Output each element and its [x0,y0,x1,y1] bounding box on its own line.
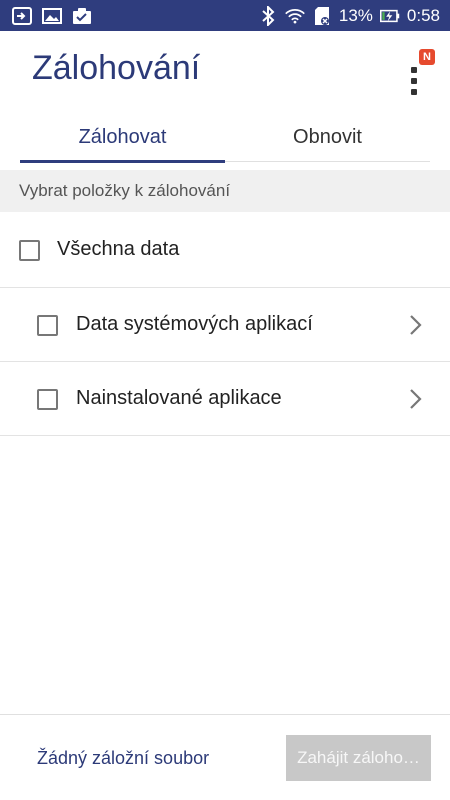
section-header: Vybrat položky k zálohování [0,170,450,212]
start-backup-button[interactable]: Zahájit záloho… [286,735,431,781]
battery-percent: 13% [338,5,373,25]
clipboard-check-icon [72,7,92,25]
active-tab-indicator [20,160,225,163]
bluetooth-icon [258,5,278,26]
footer-divider [0,714,450,715]
section-header-label: Vybrat položky k zálohování [19,181,231,200]
gallery-icon [42,7,62,25]
list-item-all-data[interactable]: Všechna data [0,212,450,287]
no-backup-file-link[interactable]: Žádný záložní soubor [37,748,209,769]
item-label: Nainstalované aplikace [76,387,282,409]
status-bar: 13% 0:58 [0,0,450,31]
overflow-menu-button[interactable]: N [402,49,438,97]
screen-icon [12,6,32,25]
wifi-icon [285,7,305,25]
divider [0,435,450,436]
item-label: Všechna data [57,238,180,260]
list-item-installed-apps[interactable]: Nainstalované aplikace [0,362,450,435]
menu-dot [411,67,417,73]
battery-charging-icon [379,7,400,25]
checkbox-all-data[interactable] [19,240,40,261]
item-label: Data systémových aplikací [76,313,313,335]
chevron-right-icon[interactable] [404,313,426,337]
page-title: Zálohování [32,49,201,87]
tab-bar: Zálohovat Obnovit [20,115,430,163]
tab-restore[interactable]: Obnovit [225,115,430,160]
menu-dot [411,89,417,95]
list-item-system-apps[interactable]: Data systémových aplikací [0,288,450,361]
notification-badge: N [419,49,435,65]
tab-backup[interactable]: Zálohovat [20,115,225,160]
sd-card-icon [312,6,332,25]
clock: 0:58 [406,5,440,25]
app-header: Zálohování N [0,31,450,115]
chevron-right-icon[interactable] [404,387,426,411]
checkbox-installed-apps[interactable] [37,389,58,410]
checkbox-system-apps[interactable] [37,315,58,336]
tab-underline [225,161,430,162]
menu-dot [411,78,417,84]
